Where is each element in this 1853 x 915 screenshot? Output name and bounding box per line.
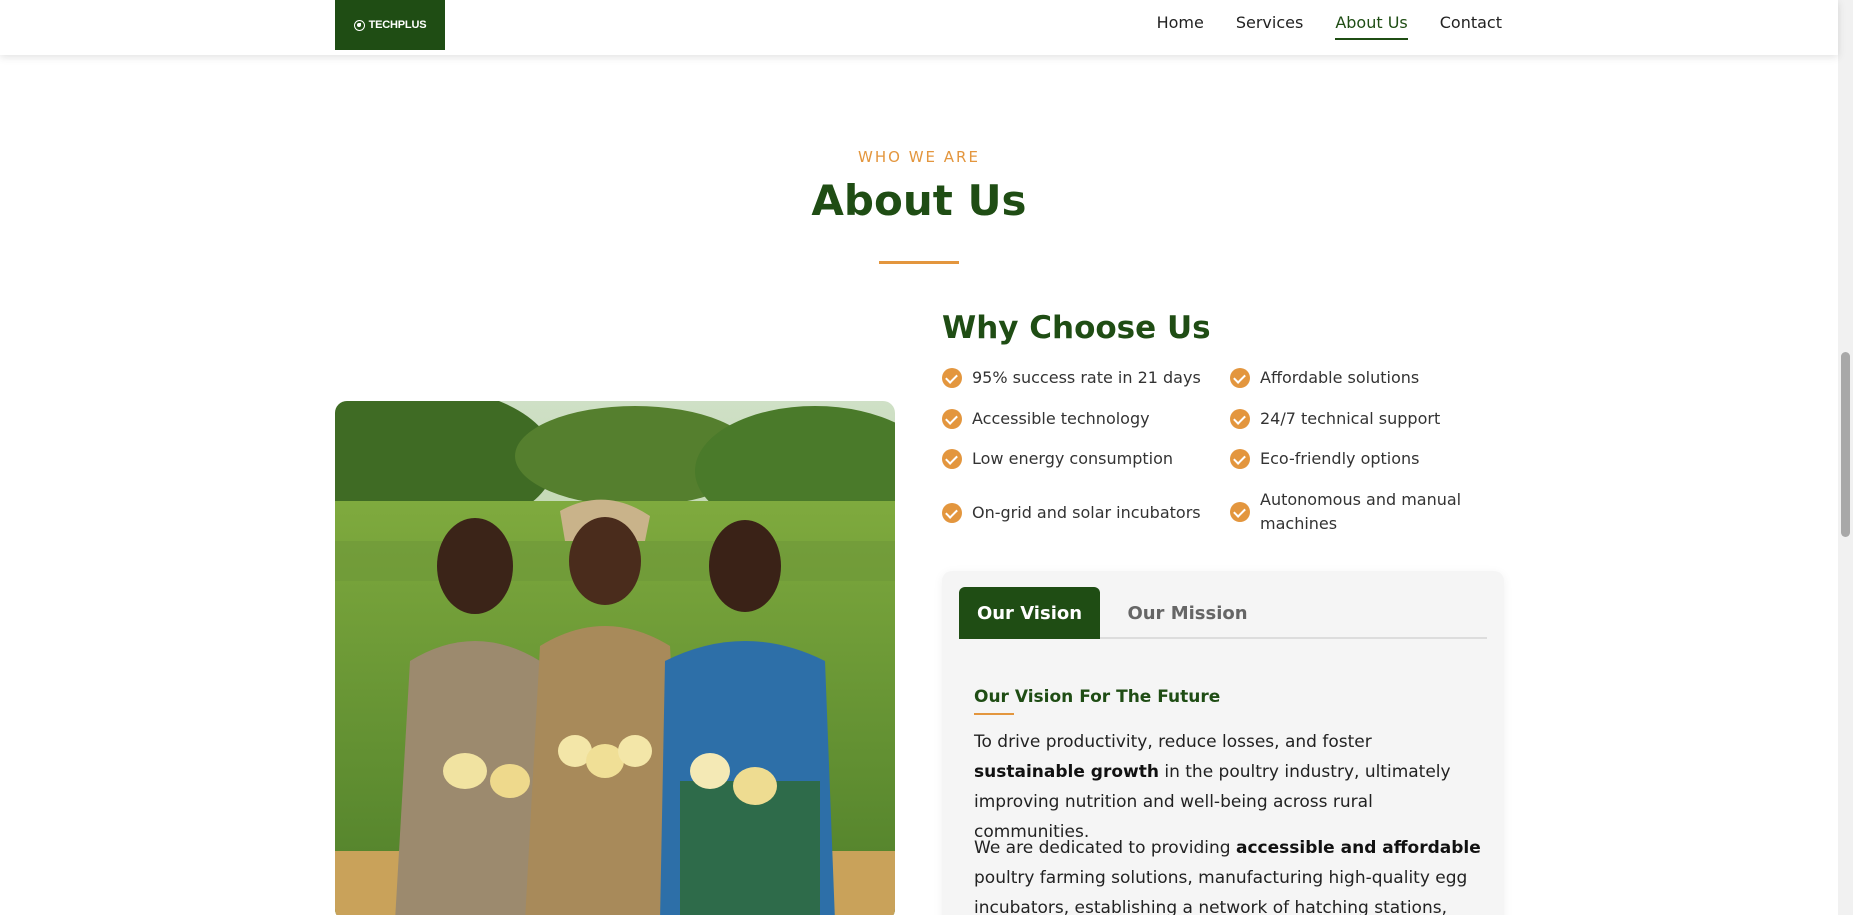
- page-scrollbar[interactable]: [1838, 0, 1853, 915]
- vision-p2-text: We are dedicated to providing: [974, 838, 1236, 858]
- feature-item: 24/7 technical support: [1230, 407, 1440, 431]
- feature-item: Affordable solutions: [1230, 366, 1419, 390]
- check-circle-icon: [1230, 368, 1250, 388]
- feature-item: Eco-friendly options: [1230, 447, 1420, 471]
- logo-leaf-icon: [353, 19, 365, 31]
- logo-text: TECHPLUS: [368, 19, 427, 31]
- vision-p1-bold: sustainable growth: [974, 762, 1159, 782]
- main-nav: Home Services About Us Contact: [1157, 13, 1502, 40]
- nav-contact[interactable]: Contact: [1440, 13, 1502, 40]
- feature-label: Autonomous and manual machines: [1260, 490, 1462, 533]
- vision-p1-text: To drive productivity, reduce losses, an…: [974, 732, 1372, 752]
- site-header: TECHPLUS Home Services About Us Contact: [0, 0, 1838, 55]
- feature-label: 24/7 technical support: [1260, 409, 1441, 428]
- check-circle-icon: [1230, 502, 1250, 522]
- section-eyebrow: WHO WE ARE: [858, 148, 980, 166]
- check-circle-icon: [942, 409, 962, 429]
- tab-our-mission[interactable]: Our Mission: [1100, 587, 1275, 639]
- feature-label: Low energy consumption: [972, 449, 1174, 468]
- vision-paragraph-1: To drive productivity, reduce losses, an…: [974, 727, 1484, 847]
- title-divider: [879, 261, 959, 264]
- check-circle-icon: [942, 503, 962, 523]
- check-circle-icon: [1230, 449, 1250, 469]
- feature-label: 95% success rate in 21 days: [972, 368, 1201, 387]
- feature-label: On-grid and solar incubators: [972, 503, 1201, 522]
- vision-p2-text-end: poultry farming solutions, manufacturing…: [974, 868, 1468, 915]
- feature-item: Autonomous and manual machines: [1230, 488, 1470, 536]
- check-circle-icon: [942, 449, 962, 469]
- feature-label: Eco-friendly options: [1260, 449, 1420, 468]
- feature-item: Low energy consumption: [942, 447, 1173, 471]
- tab-bar: Our Vision Our Mission: [959, 587, 1487, 639]
- farmers-with-chicks-image: [335, 401, 895, 915]
- feature-label: Accessible technology: [972, 409, 1150, 428]
- check-circle-icon: [942, 368, 962, 388]
- scrollbar-thumb[interactable]: [1841, 352, 1850, 537]
- tab-our-vision[interactable]: Our Vision: [959, 587, 1100, 639]
- vision-p2-bold: accessible and affordable: [1235, 838, 1481, 858]
- section-title: About Us: [811, 176, 1027, 225]
- feature-label: Affordable solutions: [1260, 368, 1420, 387]
- feature-item: 95% success rate in 21 days: [942, 366, 1201, 390]
- vision-heading: Our Vision For The Future: [974, 687, 1221, 707]
- feature-item: On-grid and solar incubators: [942, 501, 1201, 525]
- feature-item: Accessible technology: [942, 407, 1150, 431]
- why-choose-us-heading: Why Choose Us: [942, 310, 1211, 346]
- check-circle-icon: [1230, 409, 1250, 429]
- nav-services[interactable]: Services: [1236, 13, 1303, 40]
- nav-home[interactable]: Home: [1157, 13, 1204, 40]
- vision-heading-underline: [974, 713, 1014, 715]
- site-logo[interactable]: TECHPLUS: [335, 0, 445, 50]
- vision-mission-card: Our Vision Our Mission Our Vision For Th…: [942, 571, 1504, 915]
- vision-paragraph-2: We are dedicated to providing accessible…: [974, 833, 1484, 915]
- nav-about-us[interactable]: About Us: [1335, 13, 1408, 40]
